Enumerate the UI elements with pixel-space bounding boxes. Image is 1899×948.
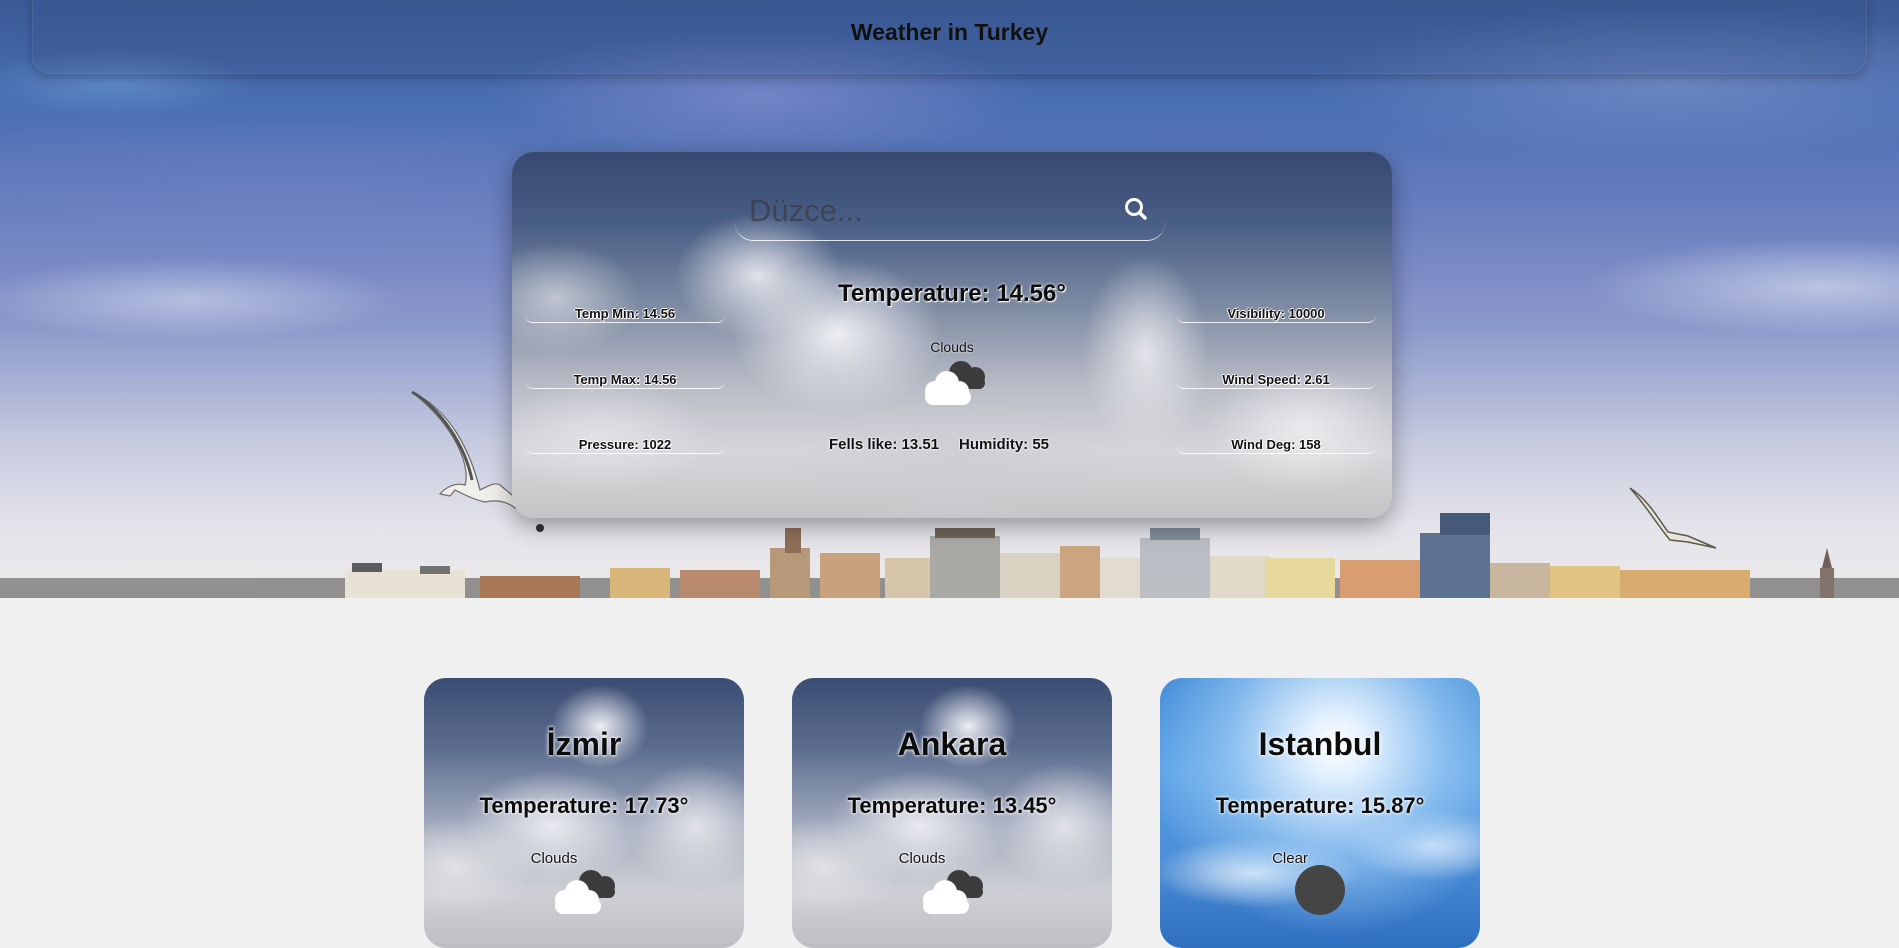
- pressure-stat: Pressure: 1022: [525, 437, 725, 454]
- clouds-icon: [923, 870, 983, 914]
- clouds-icon: [925, 361, 985, 405]
- wind-deg-stat: Wind Deg: 158: [1176, 437, 1376, 454]
- humidity-stat: Humidity: 55: [959, 436, 1050, 453]
- temp-min-stat: Temp Min: 14.56: [525, 306, 725, 323]
- visibility-stat: Visibility: 10000: [1176, 306, 1376, 323]
- city-temperature: Temperature: 17.73°: [479, 793, 689, 818]
- city-card-istanbul[interactable]: Istanbul Temperature: 15.87° Clear: [1160, 678, 1480, 948]
- clear-icon: [1295, 865, 1345, 915]
- city-card-ankara[interactable]: Ankara Temperature: 13.45° Clouds: [792, 678, 1112, 948]
- top-header-bar: Weather in Turkey: [32, 0, 1867, 74]
- city-skyline: [0, 513, 1899, 598]
- city-name: Ankara: [897, 726, 1007, 762]
- city-card-izmir[interactable]: İzmir Temperature: 17.73° Clouds: [424, 678, 744, 948]
- search-icon: [1125, 198, 1147, 220]
- city-name: İzmir: [546, 726, 622, 762]
- page-title: Weather in Turkey: [850, 19, 1049, 45]
- search-bar: [735, 180, 1165, 241]
- temp-max-stat: Temp Max: 14.56: [525, 372, 725, 389]
- search-button[interactable]: [1120, 194, 1152, 226]
- wind-speed-stat: Wind Speed: 2.61: [1176, 372, 1376, 389]
- city-temperature: Temperature: 13.45°: [847, 793, 1057, 818]
- current-temperature: Temperature: 14.56°: [838, 280, 1066, 307]
- current-condition: Clouds: [930, 339, 974, 355]
- city-condition: Clouds: [530, 850, 578, 867]
- city-temperature: Temperature: 15.87°: [1215, 793, 1425, 818]
- feels-like-stat: Fells like: 13.51: [829, 436, 940, 453]
- city-name: Istanbul: [1258, 726, 1382, 762]
- clouds-icon: [555, 870, 615, 914]
- current-weather-card: Temperature: 14.56° Temp Min: 14.56 Temp…: [512, 152, 1392, 518]
- city-condition: Clear: [1272, 850, 1308, 867]
- search-input[interactable]: [747, 188, 1111, 234]
- city-condition: Clouds: [898, 850, 946, 867]
- seagull-right: [1629, 487, 1717, 549]
